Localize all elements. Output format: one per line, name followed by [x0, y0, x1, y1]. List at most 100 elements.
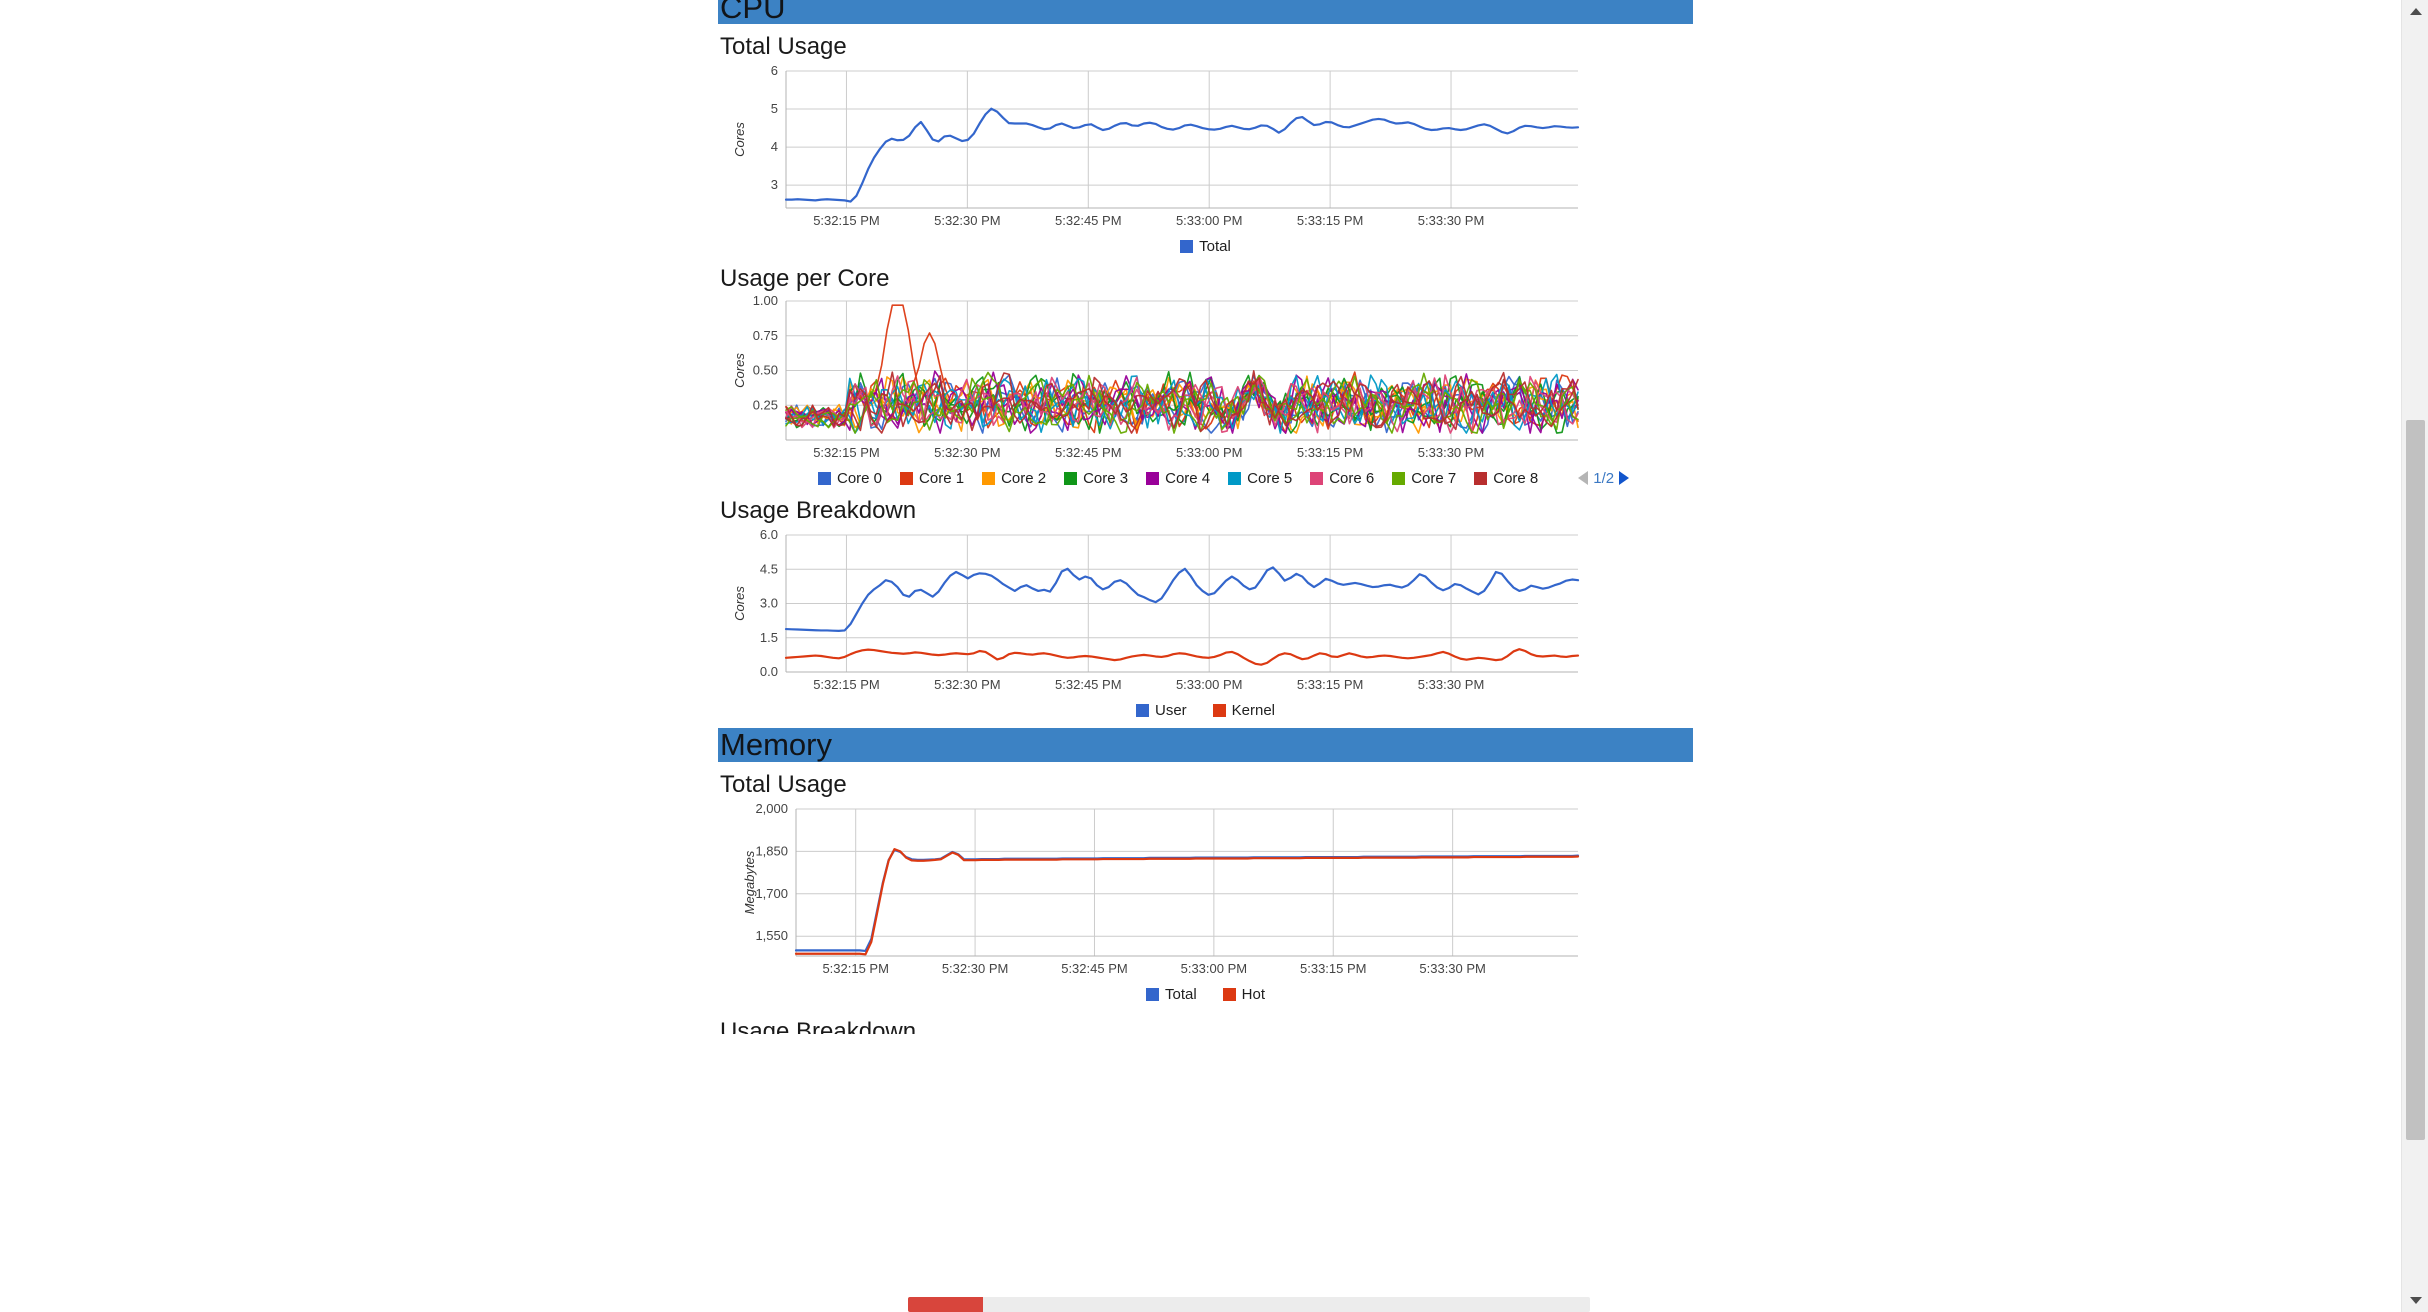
chart-cpu-usage-per-core[interactable]: 0.25 0.50 0.75 1.00 5:32:15 PM 5:32:30 PM 5:32… [718, 293, 1693, 488]
svg-text:4.5: 4.5 [760, 561, 778, 576]
legend-item-core-0[interactable]: Core 0 [818, 470, 882, 487]
legend-label-core-0: Core 0 [837, 469, 883, 487]
svg-text:5:33:00 PM: 5:33:00 PM [1176, 677, 1243, 692]
svg-text:5:32:15 PM: 5:32:15 PM [813, 213, 880, 228]
legend-item-core-6[interactable]: Core 6 [1310, 470, 1374, 487]
legend-item-user[interactable]: User [1135, 702, 1187, 719]
svg-text:5:32:15 PM: 5:32:15 PM [813, 445, 880, 460]
cpu-total-usage-plot: 3 4 5 6 5:32:15 PM 5:32:30 PM 5:32:45 PM 5:33:0… [732, 63, 1580, 228]
legend-item-core-1[interactable]: Core 1 [900, 470, 964, 487]
legend-item-kernel[interactable]: Kernel [1212, 701, 1276, 719]
chart-memory-total-usage[interactable]: 1,550 1,700 1,850 2,000 5:32:15 PM 5:32:30 PM… [718, 799, 1693, 1004]
legend-label-core-1: Core 1 [919, 469, 965, 487]
heading-cpu-usage-breakdown: Usage Breakdown [720, 497, 917, 524]
legend-label-core-7: Core 7 [1411, 469, 1457, 487]
memory-breakdown-bar-fill [908, 1297, 984, 1312]
svg-text:5:33:30 PM: 5:33:30 PM [1418, 445, 1485, 460]
legend-swatch-icon [1145, 987, 1159, 1001]
legend-label-total: Total [1199, 237, 1231, 255]
svg-text:Megabytes: Megabytes [742, 850, 757, 914]
legend-swatch-icon [1212, 703, 1226, 717]
chart-cpu-usage-breakdown[interactable]: 0.0 1.5 3.0 4.5 6.0 5:32:15 PM 5:32:30 PM 5:32:… [718, 525, 1693, 720]
legend-cpu-usage-per-core: Core 0 Core 1 Core 2 Core 3 Core 4 Core 5 Core… [718, 468, 1693, 488]
legend-label-core-4: Core 4 [1165, 469, 1211, 487]
legend-label-core-6: Core 6 [1329, 469, 1375, 487]
legend-swatch-icon [1064, 471, 1078, 485]
svg-text:0.75: 0.75 [753, 328, 778, 343]
section-title-cpu: CPU [720, 0, 786, 24]
svg-text:3.0: 3.0 [760, 596, 778, 611]
legend-label-core-2: Core 2 [1001, 469, 1047, 487]
svg-text:5: 5 [771, 101, 778, 116]
svg-text:5:33:00 PM: 5:33:00 PM [1176, 213, 1243, 228]
svg-text:5:32:30 PM: 5:32:30 PM [934, 213, 1001, 228]
svg-text:5:33:00 PM: 5:33:00 PM [1176, 445, 1243, 460]
legend-swatch-icon [818, 471, 831, 485]
svg-text:5:32:45 PM: 5:32:45 PM [1055, 677, 1122, 692]
vertical-scrollbar[interactable] [2401, 0, 2428, 1312]
svg-text:0.50: 0.50 [753, 363, 778, 378]
legend-item-core-5[interactable]: Core 5 [1228, 470, 1292, 487]
svg-text:Cores: Cores [732, 586, 747, 621]
svg-text:1,850: 1,850 [755, 843, 788, 858]
legend-label-core-3: Core 3 [1083, 469, 1129, 487]
svg-text:6.0: 6.0 [760, 527, 778, 542]
heading-cpu-total-usage: Total Usage [720, 33, 847, 60]
memory-breakdown-bar[interactable] [908, 1297, 1590, 1312]
legend-item-core-3[interactable]: Core 3 [1064, 470, 1128, 487]
svg-text:5:32:15 PM: 5:32:15 PM [822, 961, 889, 976]
svg-text:0.0: 0.0 [760, 664, 778, 679]
svg-text:5:33:00 PM: 5:33:00 PM [1181, 961, 1248, 976]
legend-item-hot[interactable]: Hot [1222, 986, 1265, 1003]
legend-memory-total-usage: Total Hot [718, 984, 1693, 1004]
heading-memory-usage-breakdown: Usage Breakdown [720, 1018, 917, 1034]
svg-text:5:32:45 PM: 5:32:45 PM [1061, 961, 1128, 976]
chart-cpu-total-usage[interactable]: 3 4 5 6 5:32:15 PM 5:32:30 PM 5:32:45 PM 5:33:0… [718, 61, 1693, 256]
legend-item-total[interactable]: Total [1180, 238, 1231, 255]
memory-total-usage-plot: 1,550 1,700 1,850 2,000 5:32:15 PM 5:32:30 PM… [742, 801, 1580, 976]
svg-text:5:32:15 PM: 5:32:15 PM [813, 677, 880, 692]
svg-text:5:33:30 PM: 5:33:30 PM [1418, 677, 1485, 692]
page-root: CPU Total Usage 3 4 5 6 5:32:15 PM 5:32:30 PM… [0, 0, 2428, 1312]
legend-swatch-icon [1146, 471, 1160, 485]
scroll-up-arrow-icon[interactable] [2410, 8, 2422, 15]
svg-text:5:32:30 PM: 5:32:30 PM [942, 961, 1009, 976]
svg-text:3: 3 [771, 177, 778, 192]
svg-text:0.25: 0.25 [753, 397, 778, 412]
legend-item-total[interactable]: Total [1145, 985, 1197, 1003]
svg-text:5:32:30 PM: 5:32:30 PM [934, 677, 1001, 692]
legend-item-core-7[interactable]: Core 7 [1392, 470, 1456, 487]
section-title-memory: Memory [720, 728, 832, 762]
legend-swatch-icon [1310, 471, 1324, 485]
svg-text:5:33:15 PM: 5:33:15 PM [1297, 677, 1364, 692]
svg-text:5:33:15 PM: 5:33:15 PM [1300, 961, 1367, 976]
legend-item-core-4[interactable]: Core 4 [1146, 470, 1210, 487]
legend-swatch-icon [1474, 471, 1488, 485]
scroll-down-arrow-icon[interactable] [2410, 1297, 2422, 1304]
svg-text:Cores: Cores [732, 122, 747, 157]
svg-text:2,000: 2,000 [755, 801, 788, 816]
legend-swatch-icon [1135, 703, 1149, 717]
legend-prev-page-icon[interactable] [1578, 471, 1589, 485]
legend-label-kernel: Kernel [1231, 701, 1276, 719]
legend-swatch-icon [1180, 239, 1194, 253]
svg-text:5:33:30 PM: 5:33:30 PM [1419, 961, 1486, 976]
svg-text:5:33:15 PM: 5:33:15 PM [1297, 213, 1364, 228]
legend-page-indicator: 1/2 [1593, 469, 1615, 487]
svg-text:5:32:45 PM: 5:32:45 PM [1055, 213, 1122, 228]
legend-swatch-icon [1392, 471, 1406, 485]
legend-swatch-icon [900, 471, 914, 485]
content-column: CPU Total Usage 3 4 5 6 5:32:15 PM 5:32:30 PM… [718, 0, 1693, 1034]
svg-text:5:32:30 PM: 5:32:30 PM [934, 445, 1001, 460]
svg-text:5:33:15 PM: 5:33:15 PM [1297, 445, 1364, 460]
legend-item-core-2[interactable]: Core 2 [982, 470, 1046, 487]
svg-text:1.5: 1.5 [760, 630, 778, 645]
section-header-memory: Memory [718, 728, 1693, 762]
legend-cpu-total-usage: Total [718, 236, 1693, 256]
legend-next-page-icon[interactable] [1619, 471, 1630, 485]
svg-text:4: 4 [771, 139, 778, 154]
legend-item-core-8[interactable]: Core 8 [1474, 470, 1538, 487]
svg-text:6: 6 [771, 63, 778, 78]
scrollbar-thumb[interactable] [2406, 420, 2425, 1140]
legend-label-total: Total [1164, 985, 1197, 1003]
